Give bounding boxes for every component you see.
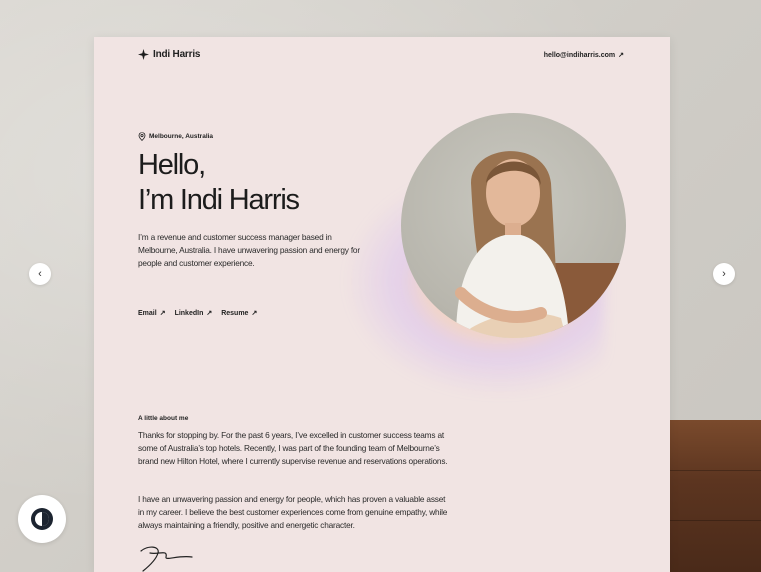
about-heading: A little about me — [138, 415, 189, 422]
resume-link[interactable]: Resume ↗ — [221, 309, 258, 318]
wood-grain — [668, 520, 761, 521]
location-text: Melbourne, Australia — [149, 133, 214, 140]
hero-heading-line1: Hello, — [138, 149, 206, 181]
linkedin-link-label: LinkedIn — [174, 309, 204, 317]
email-link[interactable]: Email ↗ — [138, 309, 166, 318]
hero-heading-line2: I’m Indi Harris — [138, 184, 300, 216]
header-email-link[interactable]: hello@indiharris.com ↗ — [543, 51, 624, 60]
portrait-illustration — [455, 151, 626, 338]
sparkle-icon — [138, 49, 149, 60]
wooden-furniture — [668, 420, 761, 572]
website-preview: Indi Harris hello@indiharris.com ↗ Melbo… — [94, 37, 670, 572]
map-pin-icon — [138, 132, 146, 141]
header-email-text: hello@indiharris.com — [543, 51, 616, 59]
signature — [140, 546, 193, 572]
previous-slide-button[interactable]: ‹ — [29, 263, 51, 285]
arrow-up-right-icon: ↗ — [159, 310, 166, 317]
about-paragraph-2: I have an unwavering passion and energy … — [138, 494, 448, 530]
hero-heading: Hello, I’m Indi Harris — [138, 148, 300, 218]
chevron-right-icon: › — [722, 268, 726, 280]
about-paragraph-1: Thanks for stopping by. For the past 6 y… — [138, 430, 448, 466]
email-link-label: Email — [138, 309, 157, 317]
profile-photo — [401, 113, 626, 338]
next-slide-button[interactable]: › — [713, 263, 735, 285]
hero-links: Email ↗ LinkedIn ↗ Resume ↗ — [138, 309, 258, 318]
theme-toggle-button[interactable] — [18, 495, 66, 543]
arrow-up-right-icon: ↗ — [206, 310, 213, 317]
arrow-up-right-icon: ↗ — [618, 52, 624, 59]
location-label: Melbourne, Australia — [138, 132, 213, 141]
linkedin-link[interactable]: LinkedIn ↗ — [174, 309, 213, 318]
resume-link-label: Resume — [221, 309, 249, 317]
chevron-left-icon: ‹ — [38, 268, 42, 280]
arrow-up-right-icon: ↗ — [251, 310, 258, 317]
hero-intro: I’m a revenue and customer success manag… — [138, 232, 360, 268]
site-header: Indi Harris hello@indiharris.com ↗ — [138, 49, 624, 63]
contrast-icon — [31, 508, 53, 530]
brand-name: Indi Harris — [153, 49, 201, 60]
wood-grain — [668, 470, 761, 471]
site-logo[interactable]: Indi Harris — [138, 49, 200, 60]
